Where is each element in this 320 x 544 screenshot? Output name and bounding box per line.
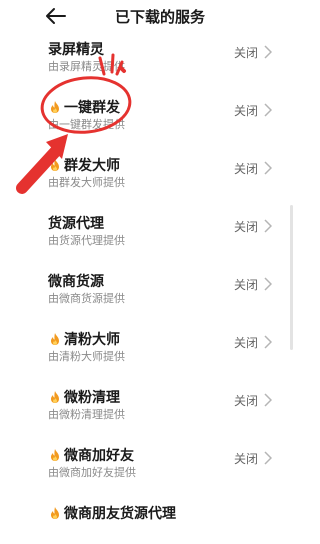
fire-icon (48, 158, 62, 172)
fire-icon (48, 332, 62, 346)
service-name: 微粉清理 (48, 387, 120, 407)
service-provider: 由微粉清理提供 (48, 408, 125, 421)
chevron-right-icon (264, 160, 273, 175)
service-name: 微商加好友 (48, 445, 134, 465)
service-provider: 由微商加好友提供 (48, 466, 136, 479)
service-name: 微商货源 (48, 274, 104, 290)
service-provider: 由清粉大师提供 (48, 350, 125, 363)
service-name: 清粉大师 (48, 329, 120, 349)
service-status: 关闭 (234, 394, 259, 408)
page-title: 已下载的服务 (114, 8, 205, 26)
service-provider: 由货源代理提供 (48, 234, 125, 247)
chevron-right-icon (264, 44, 273, 59)
service-row-qingfendashi[interactable]: 清粉大师 由清粉大师提供 关闭 (0, 312, 320, 370)
service-name: 一键群发 (48, 97, 120, 117)
service-status: 关闭 (234, 104, 259, 118)
service-list: 录屏精灵 由录屏精灵提供 关闭 一键群发 由一键群发提供 关闭 群发大师 由群发… (0, 22, 320, 544)
service-status: 关闭 (234, 46, 259, 60)
service-row-weishangjiahaoyou[interactable]: 微商加好友 由微商加好友提供 关闭 (0, 428, 320, 486)
service-status: 关闭 (234, 162, 259, 176)
fire-icon (48, 100, 62, 114)
chevron-right-icon (264, 218, 273, 233)
chevron-right-icon (264, 392, 273, 407)
chevron-right-icon (264, 276, 273, 291)
service-status: 关闭 (234, 336, 259, 350)
chevron-right-icon (264, 102, 273, 117)
fire-icon (48, 448, 62, 462)
service-provider: 由群发大师提供 (48, 176, 125, 189)
service-row-weifenqingli[interactable]: 微粉清理 由微粉清理提供 关闭 (0, 370, 320, 428)
service-row-huoyuandaili[interactable]: 货源代理 由货源代理提供 关闭 (0, 196, 320, 254)
service-name: 录屏精灵 (48, 42, 104, 58)
header: 已下载的服务 (0, 0, 320, 32)
chevron-right-icon (264, 334, 273, 349)
fire-icon (48, 390, 62, 404)
service-row-yijianqunfa[interactable]: 一键群发 由一键群发提供 关闭 (0, 80, 320, 138)
chevron-right-icon (264, 450, 273, 465)
service-row-weishanghuoyuan[interactable]: 微商货源 由微商货源提供 关闭 (0, 254, 320, 312)
service-status: 关闭 (234, 452, 259, 466)
service-status: 关闭 (234, 220, 259, 234)
service-name: 微商朋友货源代理 (48, 503, 176, 523)
service-provider: 由微商货源提供 (48, 292, 125, 305)
fire-icon (48, 506, 62, 520)
service-row-qunfadashi[interactable]: 群发大师 由群发大师提供 关闭 (0, 138, 320, 196)
scrollbar[interactable] (290, 205, 293, 350)
service-status: 关闭 (234, 278, 259, 292)
service-name: 群发大师 (48, 155, 120, 175)
service-row-partial[interactable]: 微商朋友货源代理 (0, 486, 320, 544)
service-provider: 由一键群发提供 (48, 118, 125, 131)
service-name: 货源代理 (48, 216, 104, 232)
service-provider: 由录屏精灵提供 (48, 60, 125, 73)
